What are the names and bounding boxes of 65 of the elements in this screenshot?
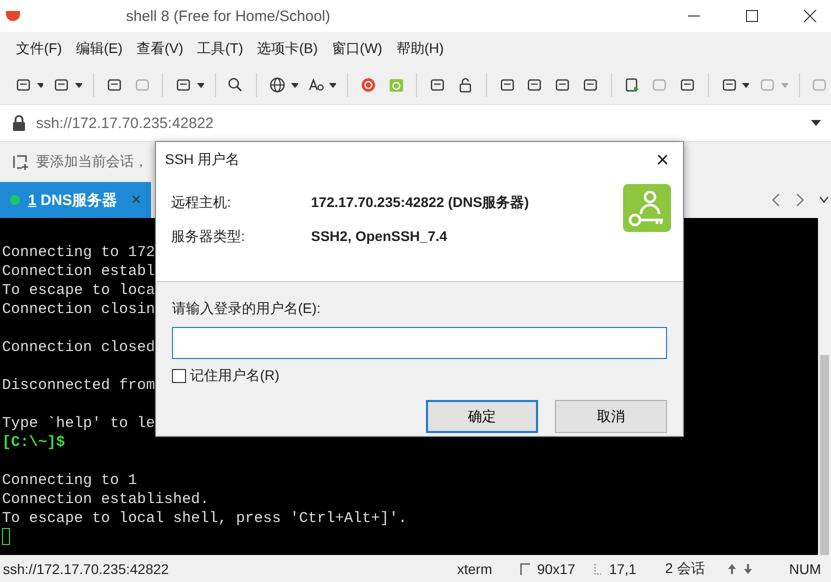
cursor-position-icon bbox=[593, 562, 604, 574]
lock-icon bbox=[12, 115, 26, 131]
caret-icon[interactable] bbox=[36, 82, 44, 88]
terminal-line: Disconnected from bbox=[2, 376, 156, 395]
info-label: 远程主机: bbox=[171, 194, 232, 212]
lock-icon[interactable] bbox=[457, 75, 474, 95]
username-field[interactable] bbox=[172, 327, 667, 359]
dialog-close-button[interactable]: × bbox=[656, 147, 669, 173]
scrollbar[interactable] bbox=[818, 218, 831, 555]
scrollbar-thumb[interactable] bbox=[820, 355, 829, 555]
terminal-line: Connection closin bbox=[2, 300, 156, 319]
arrow-up-icon bbox=[727, 562, 738, 574]
status-terminal-type: xterm bbox=[457, 560, 494, 576]
session-tab[interactable]: 1 DNS服务器 × bbox=[0, 182, 152, 218]
menu-item[interactable]: 选项卡(B) bbox=[257, 40, 318, 58]
menu-item[interactable]: 窗口(W) bbox=[332, 40, 382, 58]
info-label: 服务器类型: bbox=[171, 228, 246, 246]
username-label: 请输入登录的用户名(E): bbox=[172, 300, 322, 318]
status-address: ssh://172.17.70.235:42822 bbox=[3, 560, 170, 576]
caret-icon[interactable] bbox=[75, 82, 82, 88]
status-size: 90x17 bbox=[537, 560, 576, 576]
menu-item[interactable]: 编辑(E) bbox=[76, 40, 123, 58]
terminal-line: Connection closed bbox=[2, 338, 156, 357]
globe-icon[interactable] bbox=[269, 75, 286, 95]
caret-icon[interactable] bbox=[329, 82, 336, 88]
terminal-cursor bbox=[2, 528, 10, 545]
address-bar[interactable]: ssh://172.17.70.235:42822 bbox=[0, 104, 831, 142]
tab-label: 1 DNS服务器 bbox=[28, 190, 118, 210]
status-position: 17,1 bbox=[609, 560, 638, 576]
menu-item[interactable]: 工具(T) bbox=[197, 40, 244, 58]
remember-label: 记住用户名(R) bbox=[190, 367, 280, 385]
cancel-button[interactable]: 取消 bbox=[555, 400, 667, 433]
remember-checkbox[interactable] bbox=[172, 369, 186, 383]
menu-item[interactable]: 文件(F) bbox=[16, 40, 62, 58]
chevron-right-icon[interactable] bbox=[795, 193, 805, 207]
caret-icon[interactable] bbox=[811, 120, 821, 126]
menu-item[interactable]: 帮助(H) bbox=[396, 40, 444, 58]
chevron-left-icon[interactable] bbox=[771, 193, 781, 207]
terminal-line: Type `help' to le bbox=[2, 414, 156, 433]
info-value: 172.17.70.235:42822 (DNS服务器) bbox=[311, 194, 529, 212]
terminal-line: Connection establ bbox=[2, 262, 156, 281]
status-num: NUM bbox=[789, 560, 821, 576]
status-sessions: 2 会话 bbox=[665, 560, 706, 578]
terminal-line: To escape to local shell, press 'Ctrl+Alt+]'. bbox=[2, 509, 408, 528]
terminal-line: Connecting to 172 bbox=[2, 243, 156, 262]
close-icon[interactable] bbox=[803, 9, 817, 23]
caret-icon[interactable] bbox=[196, 82, 204, 88]
info-value: SSH2, OpenSSH_7.4 bbox=[311, 228, 448, 246]
hint-text: 要添加当前会话， bbox=[36, 153, 148, 171]
ok-button[interactable]: 确定 bbox=[426, 400, 538, 433]
window-title: shell 8 (Free for Home/School) bbox=[126, 8, 330, 24]
arrow-down-icon bbox=[743, 562, 754, 574]
terminal-line: To escape to loca bbox=[2, 281, 156, 300]
add-session-icon[interactable] bbox=[12, 153, 30, 171]
terminal-line: Connection established. bbox=[2, 490, 210, 509]
resize-icon bbox=[519, 562, 532, 576]
user-key-icon bbox=[623, 184, 671, 232]
terminal-line: Connecting to 1 bbox=[2, 471, 138, 490]
app-logo-icon bbox=[6, 11, 20, 21]
terminal-prompt: [C:\~]$ bbox=[2, 433, 66, 452]
caret-icon[interactable] bbox=[742, 82, 750, 88]
dialog-title: SSH 用户名 bbox=[165, 151, 240, 169]
maximize-icon[interactable] bbox=[745, 9, 759, 23]
menu-item[interactable]: 查看(V) bbox=[136, 40, 184, 58]
caret-icon[interactable] bbox=[290, 82, 298, 88]
